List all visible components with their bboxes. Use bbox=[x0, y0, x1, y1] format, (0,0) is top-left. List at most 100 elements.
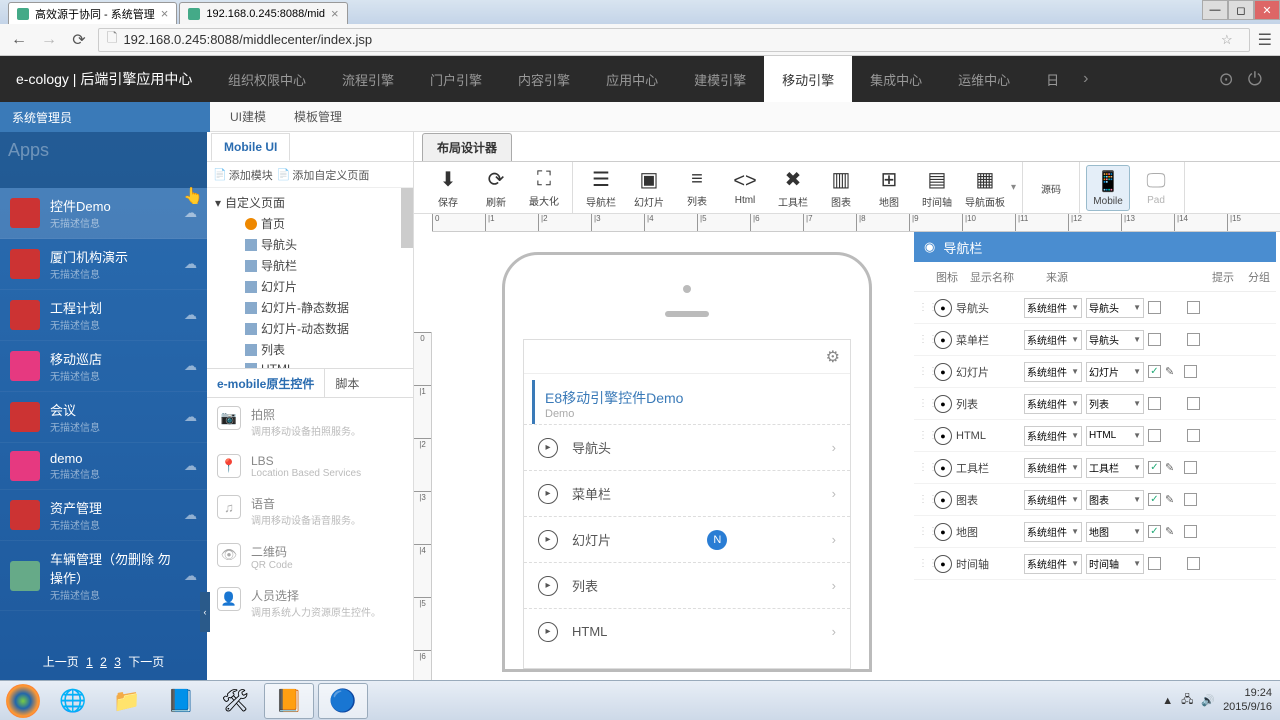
tree-node[interactable]: 幻灯片-动态数据 bbox=[207, 318, 413, 339]
native-item[interactable]: 👁 二维码 QR Code bbox=[207, 535, 413, 579]
help-icon[interactable]: ⊙ bbox=[1219, 69, 1234, 90]
bookmark-icon[interactable]: ☆ bbox=[1221, 32, 1233, 48]
drag-handle-icon[interactable]: ⋮⋮ bbox=[918, 526, 930, 537]
pager-page[interactable]: 3 bbox=[114, 655, 121, 669]
source-select[interactable]: 系统组件▼ bbox=[1024, 522, 1082, 542]
edit-icon[interactable]: ✎ bbox=[1165, 365, 1174, 378]
tip-checkbox[interactable]: ✓ bbox=[1148, 525, 1161, 538]
native-item[interactable]: ♫ 语音 调用移动设备语音服务。 bbox=[207, 487, 413, 535]
pager-next[interactable]: 下一页 bbox=[128, 655, 164, 669]
drag-handle-icon[interactable]: ⋮⋮ bbox=[918, 302, 930, 313]
source-select[interactable]: 系统组件▼ bbox=[1024, 458, 1082, 478]
group-checkbox[interactable] bbox=[1187, 429, 1200, 442]
native-item[interactable]: 👤 人员选择 调用系统人力资源原生控件。 bbox=[207, 579, 413, 627]
source-select[interactable]: 系统组件▼ bbox=[1024, 298, 1082, 318]
group-checkbox[interactable] bbox=[1184, 461, 1197, 474]
native-tab-script[interactable]: 脚本 bbox=[325, 369, 369, 397]
pager-page[interactable]: 1 bbox=[86, 655, 93, 669]
canvas[interactable]: ⚙ E8移动引擎控件Demo Demo ▸导航头›▸菜单栏›▸幻灯片N›▸列表›… bbox=[432, 232, 1280, 680]
type-select[interactable]: 图表▼ bbox=[1086, 490, 1144, 510]
minimize-button[interactable]: — bbox=[1202, 0, 1228, 20]
pager-page[interactable]: 2 bbox=[100, 655, 107, 669]
close-button[interactable]: ✕ bbox=[1254, 0, 1280, 20]
taskbar-explorer[interactable]: 📁 bbox=[102, 683, 152, 719]
group-checkbox[interactable] bbox=[1184, 493, 1197, 506]
close-icon[interactable]: × bbox=[331, 6, 339, 21]
menu-icon[interactable]: ☰ bbox=[1258, 30, 1272, 50]
start-button[interactable] bbox=[6, 684, 40, 718]
mobile-ui-label[interactable]: Mobile UI bbox=[211, 133, 290, 161]
tree-node[interactable]: 幻灯片-静态数据 bbox=[207, 297, 413, 318]
browser-tab-1[interactable]: 高效源于协同 - 系统管理 × bbox=[8, 2, 177, 24]
phone-row[interactable]: ▸幻灯片N› bbox=[524, 516, 850, 562]
tip-checkbox[interactable] bbox=[1148, 557, 1161, 570]
browser-tab-2[interactable]: 192.168.0.245:8088/mid × bbox=[179, 2, 347, 24]
tray-network-icon[interactable]: 🖧 bbox=[1181, 691, 1193, 710]
props-row[interactable]: ⋮⋮ ● 菜单栏 系统组件▼ 导航头▼ bbox=[914, 324, 1276, 356]
nav-scroll-icon[interactable]: › bbox=[1077, 70, 1094, 88]
nav-org[interactable]: 组织权限中心 bbox=[210, 56, 324, 102]
nav-integration[interactable]: 集成中心 bbox=[852, 56, 940, 102]
props-row[interactable]: ⋮⋮ ● 列表 系统组件▼ 列表▼ bbox=[914, 388, 1276, 420]
drag-handle-icon[interactable]: ⋮⋮ bbox=[918, 398, 930, 409]
nav-appcenter[interactable]: 应用中心 bbox=[588, 56, 676, 102]
sidebar-app-item[interactable]: 资产管理 无描述信息 ☁ bbox=[0, 490, 207, 541]
tip-checkbox[interactable] bbox=[1148, 301, 1161, 314]
type-select[interactable]: 导航头▼ bbox=[1086, 298, 1144, 318]
phone-screen[interactable]: ⚙ E8移动引擎控件Demo Demo ▸导航头›▸菜单栏›▸幻灯片N›▸列表›… bbox=[523, 339, 851, 669]
sidebar-app-item[interactable]: 车辆管理（勿删除 勿操作） 无描述信息 ☁ bbox=[0, 541, 207, 611]
back-button[interactable]: ← bbox=[8, 29, 30, 51]
source-select[interactable]: 系统组件▼ bbox=[1024, 394, 1082, 414]
native-tab-controls[interactable]: e-mobile原生控件 bbox=[207, 369, 325, 397]
tip-checkbox[interactable] bbox=[1148, 397, 1161, 410]
drag-handle-icon[interactable]: ⋮⋮ bbox=[918, 366, 930, 377]
edit-icon[interactable]: ✎ bbox=[1165, 493, 1174, 506]
drag-handle-icon[interactable]: ⋮⋮ bbox=[918, 462, 930, 473]
source-select[interactable]: 系统组件▼ bbox=[1024, 362, 1082, 382]
sidebar-app-item[interactable]: demo 无描述信息 ☁ bbox=[0, 443, 207, 490]
group-checkbox[interactable] bbox=[1187, 557, 1200, 570]
nav-ops[interactable]: 运维中心 bbox=[940, 56, 1028, 102]
toolbar-mobile-button[interactable]: 📱 Mobile bbox=[1086, 165, 1130, 211]
scrollbar[interactable] bbox=[401, 188, 413, 248]
dropdown-icon[interactable]: ▾ bbox=[1011, 182, 1016, 193]
source-select[interactable]: 系统组件▼ bbox=[1024, 330, 1082, 350]
tip-checkbox[interactable]: ✓ bbox=[1148, 461, 1161, 474]
toolbar-最大化-button[interactable]: ⛶ 最大化 bbox=[522, 165, 566, 211]
taskbar-chrome[interactable]: 🔵 bbox=[318, 683, 368, 719]
phone-title-block[interactable]: E8移动引擎控件Demo Demo bbox=[532, 380, 842, 424]
power-icon[interactable]: ⏻ bbox=[1248, 69, 1262, 90]
tip-checkbox[interactable]: ✓ bbox=[1148, 365, 1161, 378]
toolbar-html-button[interactable]: <> Html bbox=[723, 165, 767, 211]
sidebar-app-item[interactable]: 移动巡店 无描述信息 ☁ bbox=[0, 341, 207, 392]
phone-row[interactable]: ▸列表› bbox=[524, 562, 850, 608]
group-checkbox[interactable] bbox=[1187, 301, 1200, 314]
reload-button[interactable]: ⟳ bbox=[68, 29, 90, 51]
toolbar-图表-button[interactable]: ▥ 图表 bbox=[819, 165, 863, 211]
tip-checkbox[interactable] bbox=[1148, 333, 1161, 346]
add-module-button[interactable]: 📄添加模块 bbox=[213, 167, 273, 183]
layout-designer-tab[interactable]: 布局设计器 bbox=[422, 133, 512, 161]
source-select[interactable]: 系统组件▼ bbox=[1024, 426, 1082, 446]
nav-modeling[interactable]: 建模引擎 bbox=[676, 56, 764, 102]
tray-sound-icon[interactable]: 🔊 bbox=[1201, 694, 1215, 707]
add-custom-button[interactable]: 📄添加自定义页面 bbox=[277, 167, 370, 183]
phone-row[interactable]: ▸菜单栏› bbox=[524, 470, 850, 516]
toolbar-列表-button[interactable]: ≡ 列表 bbox=[675, 165, 719, 211]
props-row[interactable]: ⋮⋮ ● 工具栏 系统组件▼ 工具栏▼ ✓ ✎ bbox=[914, 452, 1276, 484]
props-row[interactable]: ⋮⋮ ● 图表 系统组件▼ 图表▼ ✓ ✎ bbox=[914, 484, 1276, 516]
toolbar-保存-button[interactable]: ⬇ 保存 bbox=[426, 165, 470, 211]
native-item[interactable]: 📍 LBS Location Based Services bbox=[207, 446, 413, 487]
tree-node[interactable]: 导航头 bbox=[207, 234, 413, 255]
toolbar-时间轴-button[interactable]: ▤ 时间轴 bbox=[915, 165, 959, 211]
tree-node[interactable]: 列表 bbox=[207, 339, 413, 360]
taskbar-ppt[interactable]: 📙 bbox=[264, 683, 314, 719]
type-select[interactable]: 时间轴▼ bbox=[1086, 554, 1144, 574]
subtab-ui[interactable]: UI建模 bbox=[230, 108, 266, 125]
source-select[interactable]: 系统组件▼ bbox=[1024, 490, 1082, 510]
props-row[interactable]: ⋮⋮ ● 导航头 系统组件▼ 导航头▼ bbox=[914, 292, 1276, 324]
nav-more[interactable]: 日 bbox=[1028, 56, 1077, 102]
toolbar-刷新-button[interactable]: ⟳ 刷新 bbox=[474, 165, 518, 211]
gear-icon[interactable]: ⚙ bbox=[826, 347, 840, 367]
drag-handle-icon[interactable]: ⋮⋮ bbox=[918, 558, 930, 569]
